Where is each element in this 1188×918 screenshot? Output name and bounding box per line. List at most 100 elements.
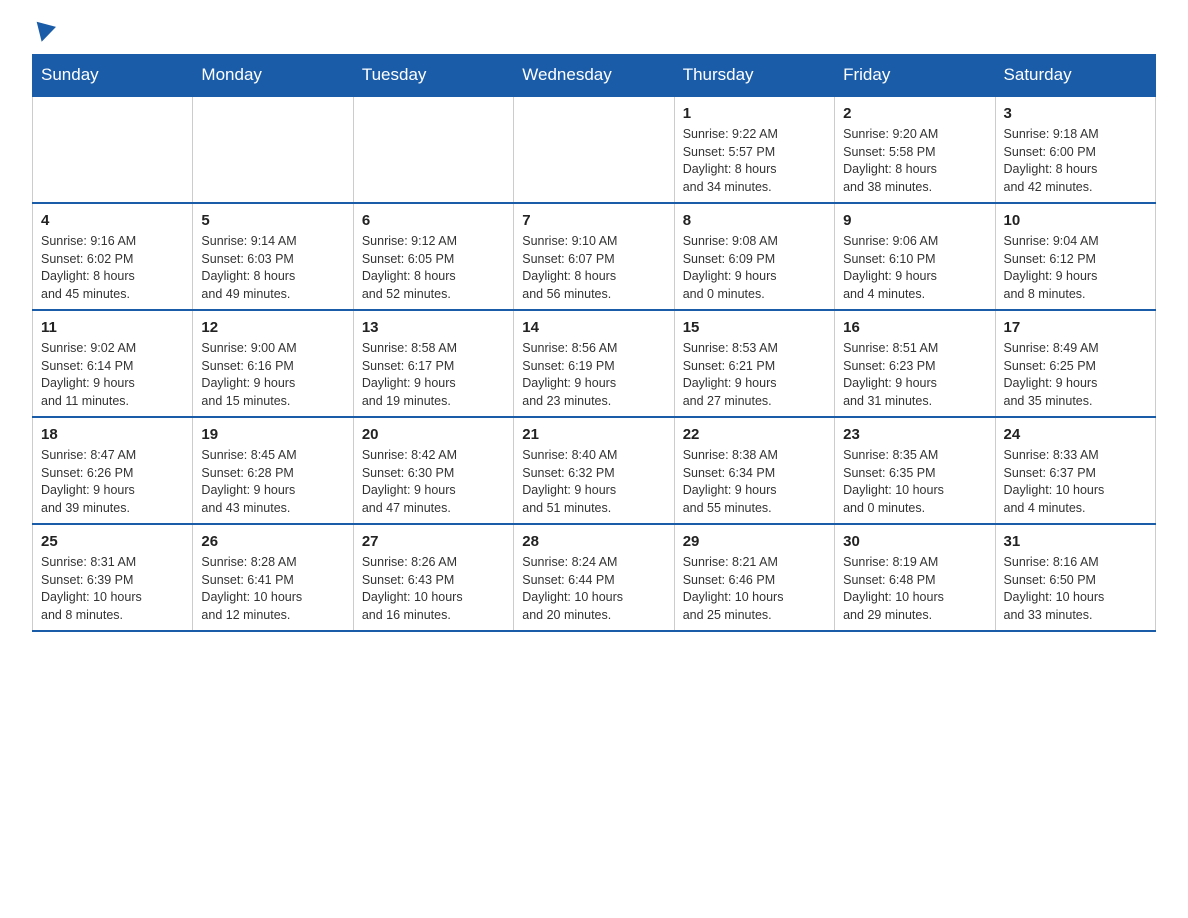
day-info: Sunrise: 8:47 AM Sunset: 6:26 PM Dayligh… bbox=[41, 447, 184, 517]
day-info: Sunrise: 8:33 AM Sunset: 6:37 PM Dayligh… bbox=[1004, 447, 1147, 517]
day-info: Sunrise: 9:16 AM Sunset: 6:02 PM Dayligh… bbox=[41, 233, 184, 303]
day-number: 15 bbox=[683, 317, 826, 338]
calendar-cell: 26Sunrise: 8:28 AM Sunset: 6:41 PM Dayli… bbox=[193, 524, 353, 631]
day-number: 6 bbox=[362, 210, 505, 231]
day-number: 27 bbox=[362, 531, 505, 552]
calendar-cell: 18Sunrise: 8:47 AM Sunset: 6:26 PM Dayli… bbox=[33, 417, 193, 524]
calendar-cell: 22Sunrise: 8:38 AM Sunset: 6:34 PM Dayli… bbox=[674, 417, 834, 524]
day-number: 26 bbox=[201, 531, 344, 552]
day-number: 24 bbox=[1004, 424, 1147, 445]
day-number: 29 bbox=[683, 531, 826, 552]
calendar-cell: 6Sunrise: 9:12 AM Sunset: 6:05 PM Daylig… bbox=[353, 203, 513, 310]
calendar-cell: 24Sunrise: 8:33 AM Sunset: 6:37 PM Dayli… bbox=[995, 417, 1155, 524]
calendar-cell: 10Sunrise: 9:04 AM Sunset: 6:12 PM Dayli… bbox=[995, 203, 1155, 310]
day-number: 31 bbox=[1004, 531, 1147, 552]
calendar-cell: 28Sunrise: 8:24 AM Sunset: 6:44 PM Dayli… bbox=[514, 524, 674, 631]
day-number: 4 bbox=[41, 210, 184, 231]
logo bbox=[32, 24, 56, 42]
day-info: Sunrise: 8:40 AM Sunset: 6:32 PM Dayligh… bbox=[522, 447, 665, 517]
day-number: 12 bbox=[201, 317, 344, 338]
calendar-cell: 31Sunrise: 8:16 AM Sunset: 6:50 PM Dayli… bbox=[995, 524, 1155, 631]
calendar-week-row: 18Sunrise: 8:47 AM Sunset: 6:26 PM Dayli… bbox=[33, 417, 1156, 524]
day-number: 8 bbox=[683, 210, 826, 231]
day-number: 17 bbox=[1004, 317, 1147, 338]
day-number: 19 bbox=[201, 424, 344, 445]
weekday-header-friday: Friday bbox=[835, 55, 995, 97]
calendar-cell: 1Sunrise: 9:22 AM Sunset: 5:57 PM Daylig… bbox=[674, 96, 834, 203]
day-number: 20 bbox=[362, 424, 505, 445]
day-number: 1 bbox=[683, 103, 826, 124]
calendar-cell: 13Sunrise: 8:58 AM Sunset: 6:17 PM Dayli… bbox=[353, 310, 513, 417]
weekday-header-saturday: Saturday bbox=[995, 55, 1155, 97]
day-info: Sunrise: 9:10 AM Sunset: 6:07 PM Dayligh… bbox=[522, 233, 665, 303]
weekday-header-row: SundayMondayTuesdayWednesdayThursdayFrid… bbox=[33, 55, 1156, 97]
calendar-cell: 30Sunrise: 8:19 AM Sunset: 6:48 PM Dayli… bbox=[835, 524, 995, 631]
day-number: 3 bbox=[1004, 103, 1147, 124]
calendar-cell: 23Sunrise: 8:35 AM Sunset: 6:35 PM Dayli… bbox=[835, 417, 995, 524]
day-number: 16 bbox=[843, 317, 986, 338]
day-number: 7 bbox=[522, 210, 665, 231]
day-number: 5 bbox=[201, 210, 344, 231]
day-info: Sunrise: 9:00 AM Sunset: 6:16 PM Dayligh… bbox=[201, 340, 344, 410]
calendar-cell: 11Sunrise: 9:02 AM Sunset: 6:14 PM Dayli… bbox=[33, 310, 193, 417]
day-info: Sunrise: 8:53 AM Sunset: 6:21 PM Dayligh… bbox=[683, 340, 826, 410]
day-number: 25 bbox=[41, 531, 184, 552]
calendar-cell: 4Sunrise: 9:16 AM Sunset: 6:02 PM Daylig… bbox=[33, 203, 193, 310]
day-number: 23 bbox=[843, 424, 986, 445]
calendar-cell: 15Sunrise: 8:53 AM Sunset: 6:21 PM Dayli… bbox=[674, 310, 834, 417]
calendar-week-row: 4Sunrise: 9:16 AM Sunset: 6:02 PM Daylig… bbox=[33, 203, 1156, 310]
day-info: Sunrise: 9:06 AM Sunset: 6:10 PM Dayligh… bbox=[843, 233, 986, 303]
weekday-header-wednesday: Wednesday bbox=[514, 55, 674, 97]
day-number: 11 bbox=[41, 317, 184, 338]
day-info: Sunrise: 9:20 AM Sunset: 5:58 PM Dayligh… bbox=[843, 126, 986, 196]
calendar-cell: 29Sunrise: 8:21 AM Sunset: 6:46 PM Dayli… bbox=[674, 524, 834, 631]
page-header bbox=[32, 24, 1156, 42]
weekday-header-thursday: Thursday bbox=[674, 55, 834, 97]
calendar-cell: 17Sunrise: 8:49 AM Sunset: 6:25 PM Dayli… bbox=[995, 310, 1155, 417]
day-info: Sunrise: 8:28 AM Sunset: 6:41 PM Dayligh… bbox=[201, 554, 344, 624]
calendar-table: SundayMondayTuesdayWednesdayThursdayFrid… bbox=[32, 54, 1156, 632]
day-number: 14 bbox=[522, 317, 665, 338]
calendar-cell bbox=[193, 96, 353, 203]
day-info: Sunrise: 8:24 AM Sunset: 6:44 PM Dayligh… bbox=[522, 554, 665, 624]
calendar-week-row: 25Sunrise: 8:31 AM Sunset: 6:39 PM Dayli… bbox=[33, 524, 1156, 631]
calendar-cell: 7Sunrise: 9:10 AM Sunset: 6:07 PM Daylig… bbox=[514, 203, 674, 310]
day-info: Sunrise: 8:35 AM Sunset: 6:35 PM Dayligh… bbox=[843, 447, 986, 517]
day-info: Sunrise: 8:26 AM Sunset: 6:43 PM Dayligh… bbox=[362, 554, 505, 624]
calendar-cell bbox=[33, 96, 193, 203]
day-number: 18 bbox=[41, 424, 184, 445]
day-info: Sunrise: 8:16 AM Sunset: 6:50 PM Dayligh… bbox=[1004, 554, 1147, 624]
day-info: Sunrise: 8:56 AM Sunset: 6:19 PM Dayligh… bbox=[522, 340, 665, 410]
calendar-cell: 8Sunrise: 9:08 AM Sunset: 6:09 PM Daylig… bbox=[674, 203, 834, 310]
day-number: 10 bbox=[1004, 210, 1147, 231]
day-info: Sunrise: 8:42 AM Sunset: 6:30 PM Dayligh… bbox=[362, 447, 505, 517]
day-info: Sunrise: 9:02 AM Sunset: 6:14 PM Dayligh… bbox=[41, 340, 184, 410]
day-info: Sunrise: 8:31 AM Sunset: 6:39 PM Dayligh… bbox=[41, 554, 184, 624]
day-info: Sunrise: 8:51 AM Sunset: 6:23 PM Dayligh… bbox=[843, 340, 986, 410]
calendar-week-row: 1Sunrise: 9:22 AM Sunset: 5:57 PM Daylig… bbox=[33, 96, 1156, 203]
day-info: Sunrise: 8:19 AM Sunset: 6:48 PM Dayligh… bbox=[843, 554, 986, 624]
day-info: Sunrise: 8:58 AM Sunset: 6:17 PM Dayligh… bbox=[362, 340, 505, 410]
logo-triangle-icon bbox=[32, 22, 56, 45]
calendar-cell: 12Sunrise: 9:00 AM Sunset: 6:16 PM Dayli… bbox=[193, 310, 353, 417]
day-info: Sunrise: 9:18 AM Sunset: 6:00 PM Dayligh… bbox=[1004, 126, 1147, 196]
day-info: Sunrise: 9:14 AM Sunset: 6:03 PM Dayligh… bbox=[201, 233, 344, 303]
calendar-cell: 2Sunrise: 9:20 AM Sunset: 5:58 PM Daylig… bbox=[835, 96, 995, 203]
calendar-cell: 20Sunrise: 8:42 AM Sunset: 6:30 PM Dayli… bbox=[353, 417, 513, 524]
day-number: 13 bbox=[362, 317, 505, 338]
weekday-header-tuesday: Tuesday bbox=[353, 55, 513, 97]
calendar-cell bbox=[353, 96, 513, 203]
calendar-cell: 16Sunrise: 8:51 AM Sunset: 6:23 PM Dayli… bbox=[835, 310, 995, 417]
day-info: Sunrise: 8:21 AM Sunset: 6:46 PM Dayligh… bbox=[683, 554, 826, 624]
day-number: 28 bbox=[522, 531, 665, 552]
day-number: 21 bbox=[522, 424, 665, 445]
weekday-header-sunday: Sunday bbox=[33, 55, 193, 97]
day-info: Sunrise: 8:49 AM Sunset: 6:25 PM Dayligh… bbox=[1004, 340, 1147, 410]
calendar-cell: 9Sunrise: 9:06 AM Sunset: 6:10 PM Daylig… bbox=[835, 203, 995, 310]
day-number: 2 bbox=[843, 103, 986, 124]
day-info: Sunrise: 8:38 AM Sunset: 6:34 PM Dayligh… bbox=[683, 447, 826, 517]
day-info: Sunrise: 9:12 AM Sunset: 6:05 PM Dayligh… bbox=[362, 233, 505, 303]
calendar-cell: 14Sunrise: 8:56 AM Sunset: 6:19 PM Dayli… bbox=[514, 310, 674, 417]
day-info: Sunrise: 9:22 AM Sunset: 5:57 PM Dayligh… bbox=[683, 126, 826, 196]
calendar-cell bbox=[514, 96, 674, 203]
